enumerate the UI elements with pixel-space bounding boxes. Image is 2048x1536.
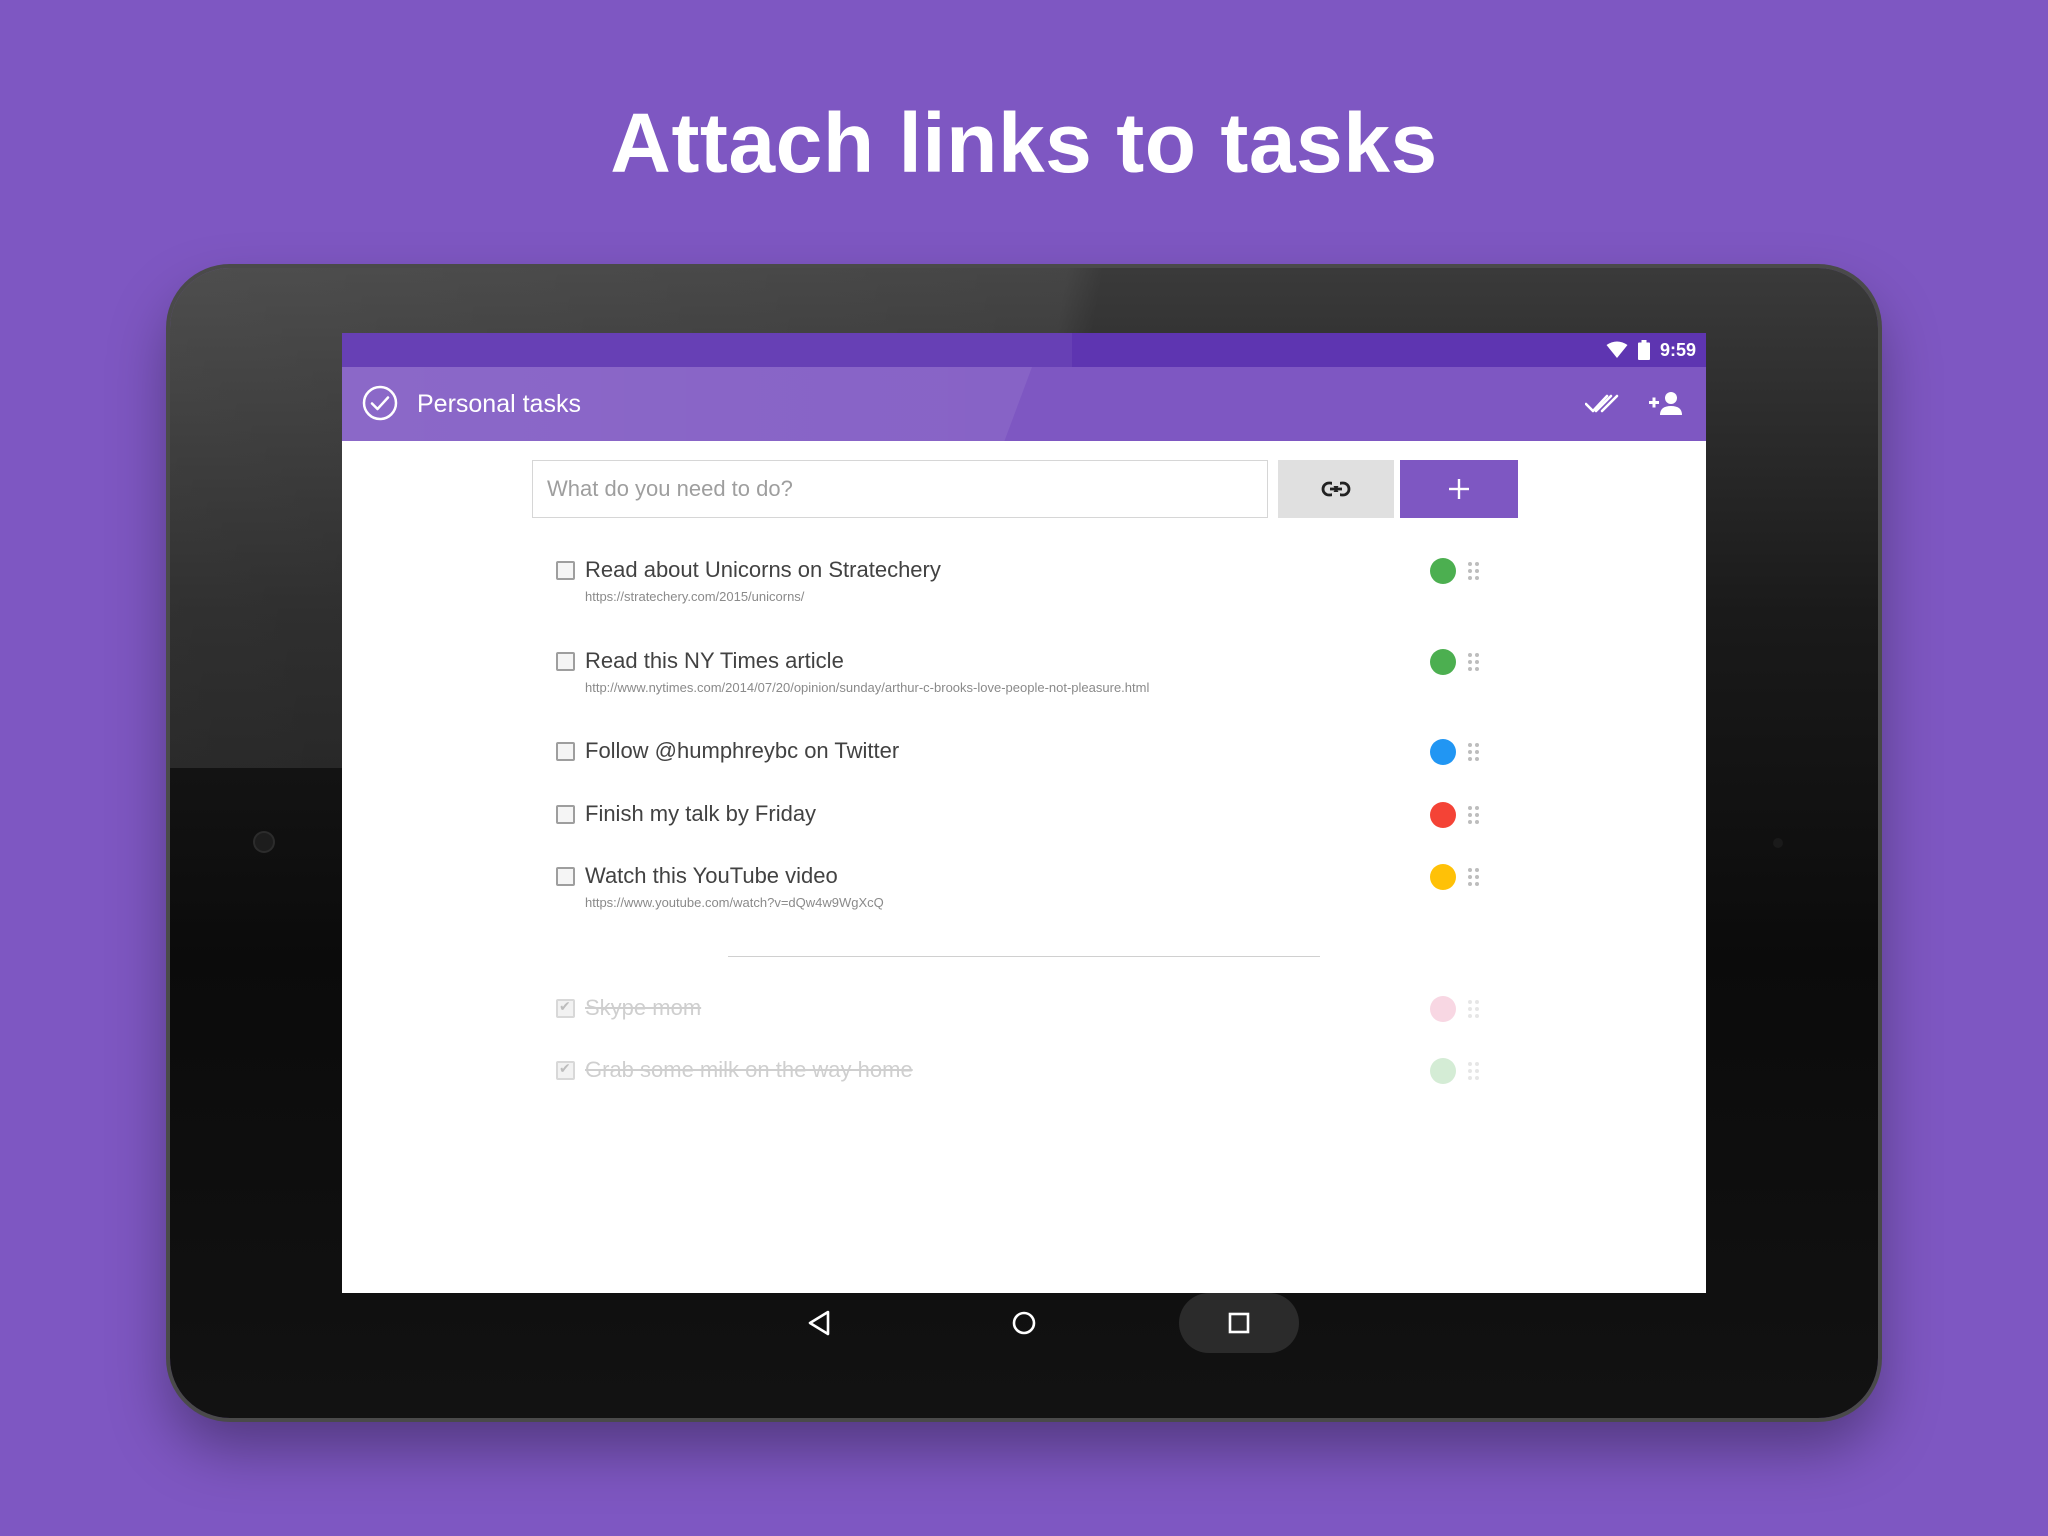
task-checkbox[interactable] — [556, 561, 575, 580]
page-title: Personal tasks — [417, 390, 581, 418]
color-label-dot[interactable] — [1430, 649, 1456, 675]
task-checkbox[interactable] — [556, 652, 575, 671]
task-checkbox-checked[interactable]: ✔ — [556, 998, 575, 1018]
task-link[interactable]: https://stratechery.com/2015/unicorns/ — [585, 589, 804, 604]
attach-link-button[interactable] — [1278, 460, 1394, 518]
color-label-dot[interactable] — [1430, 996, 1456, 1022]
back-button[interactable] — [759, 1293, 879, 1353]
home-icon — [1012, 1311, 1036, 1335]
task-checkbox-checked[interactable]: ✔ — [556, 1060, 575, 1080]
drag-handle-icon[interactable] — [1468, 806, 1480, 824]
wifi-icon — [1606, 341, 1628, 358]
add-person-button[interactable] — [1647, 385, 1685, 423]
add-person-icon — [1649, 392, 1682, 415]
task-title: Skype mom — [585, 995, 702, 1020]
status-time: 9:59 — [1659, 339, 1696, 360]
double-check-icon — [1585, 394, 1619, 413]
task-link[interactable]: http://www.nytimes.com/2014/07/20/opinio… — [585, 680, 1149, 695]
color-label-dot[interactable] — [1430, 558, 1456, 584]
task-checkbox[interactable] — [556, 805, 575, 824]
check-icon: ✔ — [559, 998, 571, 1014]
headline: Attach links to tasks — [610, 96, 1438, 190]
color-label-dot[interactable] — [1430, 864, 1456, 890]
drag-handle-icon[interactable] — [1468, 1062, 1480, 1080]
drag-handle-icon[interactable] — [1468, 562, 1480, 580]
status-bar: 9:59 — [342, 333, 1706, 367]
back-icon — [808, 1310, 830, 1336]
drag-handle-icon[interactable] — [1468, 868, 1480, 886]
battery-icon — [1637, 340, 1650, 360]
color-label-dot[interactable] — [1430, 739, 1456, 765]
task-title: Follow @humphreybc on Twitter — [585, 738, 900, 763]
task-title: Watch this YouTube video — [585, 863, 838, 888]
task-title: Grab some milk on the way home — [585, 1057, 913, 1082]
plus-icon — [1449, 479, 1469, 499]
new-task-input[interactable] — [532, 460, 1268, 518]
task-title: Finish my talk by Friday — [585, 801, 817, 826]
task-title: Read this NY Times article — [585, 648, 844, 673]
drag-handle-icon[interactable] — [1468, 743, 1480, 761]
task-checkbox[interactable] — [556, 867, 575, 886]
light-sensor — [1773, 838, 1783, 848]
app-screen: 9:59 Personal tasks What do you need to … — [342, 333, 1706, 1293]
mark-all-done-button[interactable] — [1583, 385, 1621, 423]
recents-icon — [1228, 1312, 1250, 1334]
task-title: Read about Unicorns on Stratechery — [585, 557, 941, 582]
drag-handle-icon[interactable] — [1468, 653, 1480, 671]
recents-button[interactable] — [1179, 1293, 1299, 1353]
color-label-dot[interactable] — [1430, 1058, 1456, 1084]
app-bar: Personal tasks — [342, 367, 1706, 441]
check-circle-icon — [362, 385, 398, 421]
completed-divider — [728, 956, 1320, 957]
home-button[interactable] — [964, 1293, 1084, 1353]
front-camera — [255, 833, 273, 851]
check-icon: ✔ — [559, 1060, 571, 1076]
navigation-bar — [342, 1293, 1706, 1353]
link-icon — [1321, 481, 1351, 497]
color-label-dot[interactable] — [1430, 802, 1456, 828]
add-task-button[interactable] — [1400, 460, 1518, 518]
task-checkbox[interactable] — [556, 742, 575, 761]
task-link[interactable]: https://www.youtube.com/watch?v=dQw4w9Wg… — [585, 895, 884, 910]
drag-handle-icon[interactable] — [1468, 1000, 1480, 1018]
